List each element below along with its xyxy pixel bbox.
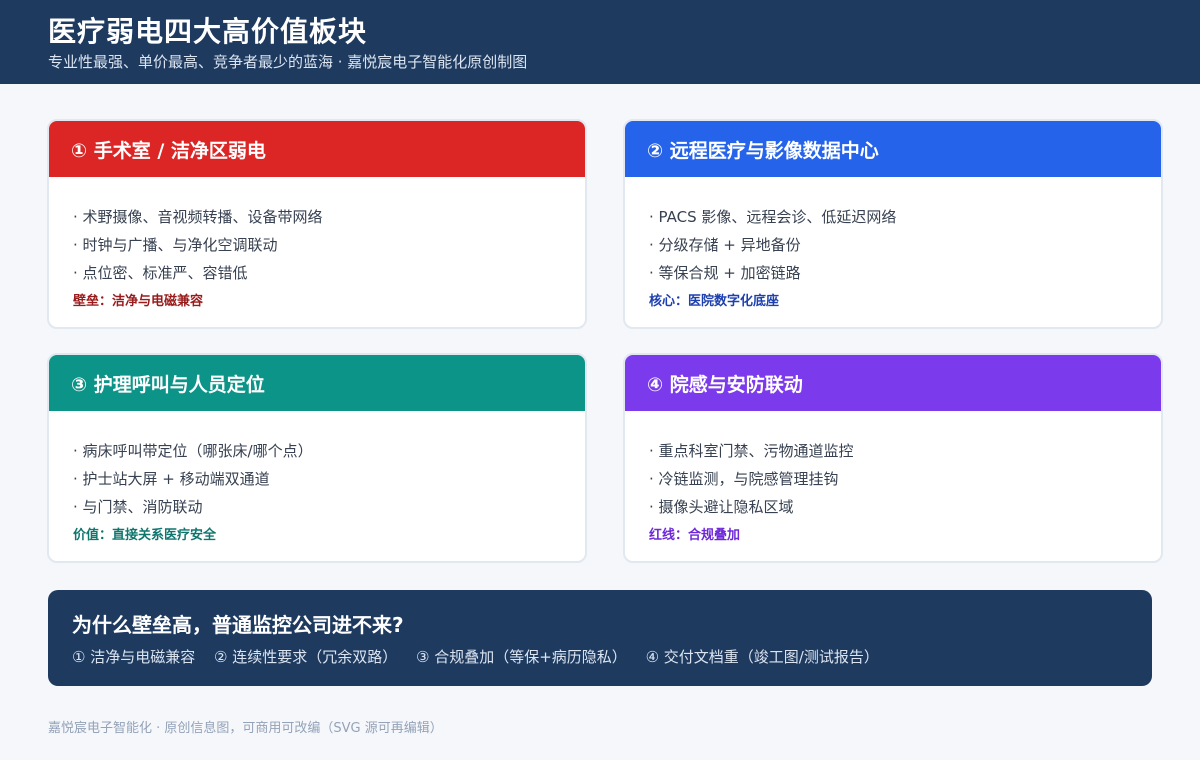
card-infection-security: ④ 院感与安防联动 · 重点科室门禁、污物通道监控 · 冷链监测，与院感管理挂钩… xyxy=(623,353,1163,563)
card-item: · 点位密、标准严、容错低 xyxy=(73,264,248,282)
page-subtitle: 专业性最强、单价最高、竞争者最少的蓝海 · 嘉悦宸电子智能化原创制图 xyxy=(48,53,528,71)
card-operating-room: ① 手术室 / 洁净区弱电 · 术野摄像、音视频转播、设备带网络 · 时钟与广播… xyxy=(47,119,587,329)
card-item: · 冷链监测，与院感管理挂钩 xyxy=(649,470,839,488)
card-item: · 等保合规 + 加密链路 xyxy=(649,264,801,282)
card-note: 壁垒：洁净与电磁兼容 xyxy=(73,294,204,309)
card-title: ② 远程医疗与影像数据中心 xyxy=(625,121,1161,177)
why-point: ② 连续性要求（冗余双路） xyxy=(214,648,398,666)
card-item: · 与门禁、消防联动 xyxy=(73,498,203,516)
page-title: 医疗弱电四大高价值板块 xyxy=(48,15,368,48)
why-barrier-panel: 为什么壁垒高，普通监控公司进不来? ① 洁净与电磁兼容 ② 连续性要求（冗余双路… xyxy=(48,590,1152,686)
card-item: · 时钟与广播、与净化空调联动 xyxy=(73,236,278,254)
card-title: ④ 院感与安防联动 xyxy=(625,355,1161,411)
footer-credit: 嘉悦宸电子智能化 · 原创信息图，可商用可改编（SVG 源可再编辑） xyxy=(48,721,443,736)
card-note: 核心：医院数字化底座 xyxy=(649,294,780,309)
why-point: ④ 交付文档重（竣工图/测试报告） xyxy=(645,648,879,666)
card-item: · 病床呼叫带定位（哪张床/哪个点） xyxy=(73,442,313,460)
card-item: · PACS 影像、远程会诊、低延迟网络 xyxy=(649,208,897,226)
why-points: ① 洁净与电磁兼容 ② 连续性要求（冗余双路） ③ 合规叠加（等保+病历隐私） … xyxy=(72,646,893,667)
why-title: 为什么壁垒高，普通监控公司进不来? xyxy=(72,613,404,637)
card-note: 红线：合规叠加 xyxy=(649,528,741,543)
card-item: · 分级存储 + 异地备份 xyxy=(649,236,801,254)
card-item: · 术野摄像、音视频转播、设备带网络 xyxy=(73,208,323,226)
card-title: ① 手术室 / 洁净区弱电 xyxy=(49,121,585,177)
card-item: · 重点科室门禁、污物通道监控 xyxy=(649,442,854,460)
why-point: ① 洁净与电磁兼容 xyxy=(72,648,196,666)
page-header: 医疗弱电四大高价值板块 专业性最强、单价最高、竞争者最少的蓝海 · 嘉悦宸电子智… xyxy=(0,0,1200,84)
card-remote-medical: ② 远程医疗与影像数据中心 · PACS 影像、远程会诊、低延迟网络 · 分级存… xyxy=(623,119,1163,329)
card-item: · 护士站大屏 + 移动端双通道 xyxy=(73,470,270,488)
card-item: · 摄像头避让隐私区域 xyxy=(649,498,794,516)
why-point: ③ 合规叠加（等保+病历隐私） xyxy=(416,648,627,666)
card-nurse-call: ③ 护理呼叫与人员定位 · 病床呼叫带定位（哪张床/哪个点） · 护士站大屏 +… xyxy=(47,353,587,563)
card-title: ③ 护理呼叫与人员定位 xyxy=(49,355,585,411)
card-note: 价值：直接关系医疗安全 xyxy=(73,528,217,543)
